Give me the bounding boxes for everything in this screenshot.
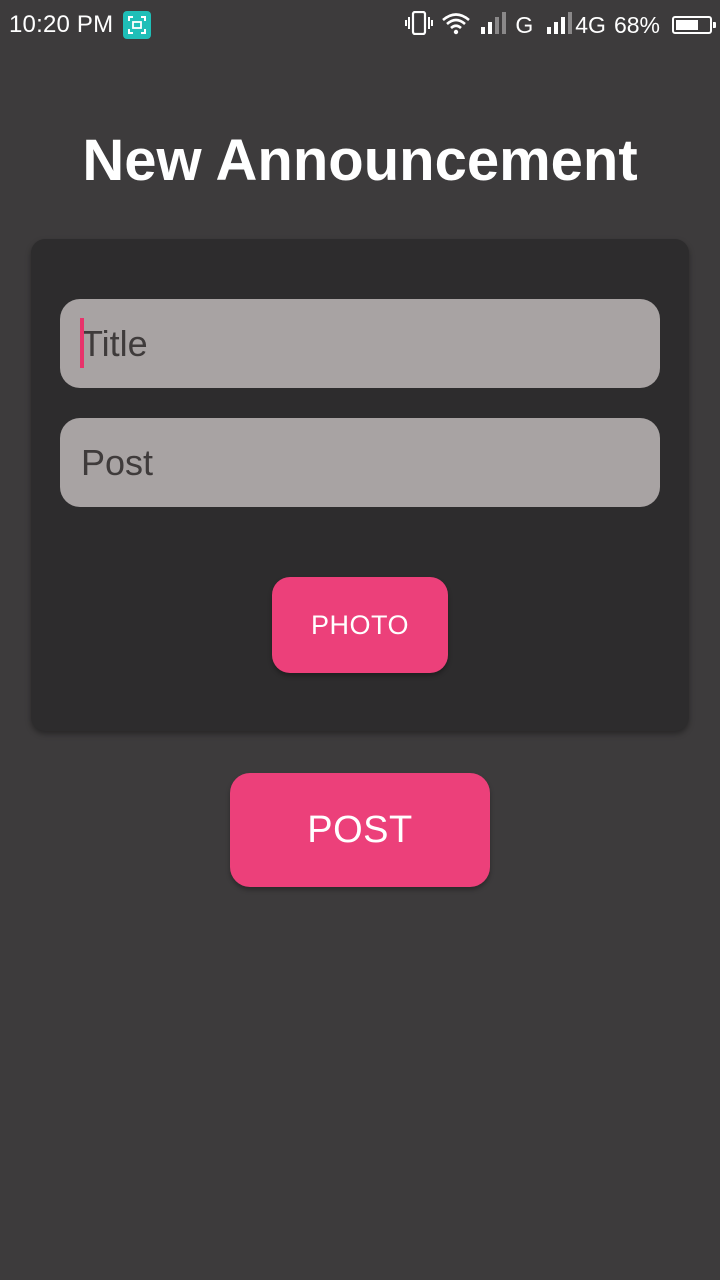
battery-fill bbox=[676, 20, 698, 30]
post-input-placeholder: Post bbox=[81, 441, 154, 483]
vibrate-icon bbox=[405, 10, 434, 40]
title-input[interactable]: Title bbox=[60, 299, 660, 388]
photo-button[interactable]: PHOTO bbox=[272, 577, 448, 673]
status-time: 10:20 PM bbox=[9, 11, 114, 38]
battery-icon bbox=[672, 16, 716, 34]
announcement-form-card: Title Post PHOTO bbox=[31, 239, 689, 731]
status-right: G 4G 68% bbox=[405, 10, 716, 40]
signal-icon bbox=[545, 11, 573, 40]
page-title: New Announcement bbox=[82, 128, 638, 193]
wifi-icon bbox=[441, 11, 471, 40]
battery-percent: 68% bbox=[613, 11, 660, 38]
title-input-placeholder: Title bbox=[81, 322, 148, 364]
post-button[interactable]: POST bbox=[230, 773, 490, 887]
status-bar: 10:20 PM G 4G 68% bbox=[0, 0, 720, 50]
text-cursor bbox=[80, 318, 84, 368]
signal-icon bbox=[479, 11, 507, 40]
post-input[interactable]: Post bbox=[60, 418, 660, 507]
network-type-4g: 4G bbox=[575, 11, 606, 38]
status-left: 10:20 PM bbox=[9, 11, 152, 39]
screen-capture-icon bbox=[123, 11, 152, 39]
network-type-g: G bbox=[515, 11, 534, 38]
